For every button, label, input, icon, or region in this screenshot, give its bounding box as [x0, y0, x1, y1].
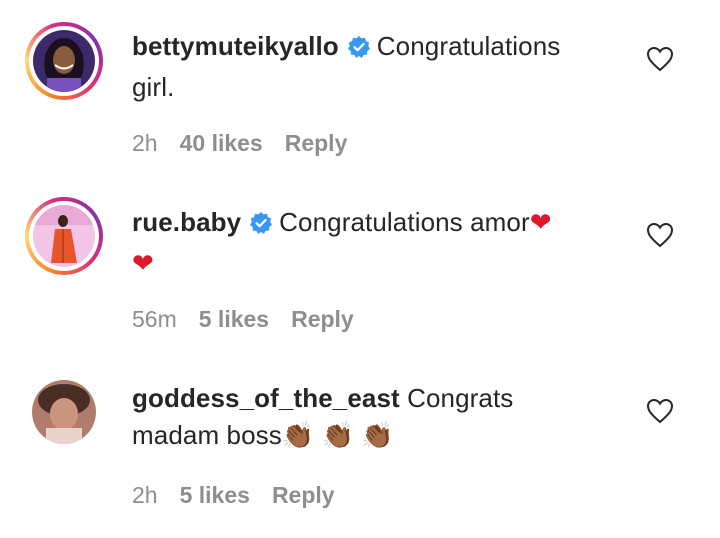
red-heart-emoji-icon: ❤ [132, 248, 154, 278]
reply-button[interactable]: Reply [291, 306, 354, 332]
red-heart-emoji-icon: ❤ [529, 207, 552, 237]
avatar-photo-icon [32, 380, 96, 444]
avatar[interactable] [32, 380, 96, 444]
comment-meta: 2h 5 likes Reply [132, 482, 357, 509]
likes-count[interactable]: 40 likes [180, 130, 263, 156]
clapping-hands-emoji-icon: 👏🏾 👏🏾 👏🏾 [281, 420, 394, 450]
comment-body-line1: Congratulations amor [279, 207, 530, 237]
comment-body-line1: Congratulations [376, 31, 561, 61]
comment-text: rue.baby Congratulations amor❤ ❤ [132, 204, 602, 282]
comment-body-line2: girl. [132, 72, 175, 102]
comment-username[interactable]: rue.baby [132, 207, 241, 237]
reply-button[interactable]: Reply [272, 482, 335, 508]
verified-badge-icon [249, 208, 273, 245]
likes-count[interactable]: 5 likes [199, 306, 269, 332]
comment-body-line1: Congrats [407, 383, 514, 413]
comment-text: bettymuteikyallo Congratulations girl. [132, 28, 602, 106]
comment-time: 2h [132, 482, 158, 508]
comment-text: goddess_of_the_east Congrats madam boss👏… [132, 380, 602, 454]
verified-badge-icon [347, 32, 371, 69]
comment-username[interactable]: bettymuteikyallo [132, 31, 339, 61]
comment-body-line2: madam boss [132, 420, 282, 450]
avatar[interactable] [25, 197, 103, 275]
comment-time: 56m [132, 306, 177, 332]
comment-username[interactable]: goddess_of_the_east [132, 383, 400, 413]
likes-count[interactable]: 5 likes [180, 482, 250, 508]
like-heart-icon[interactable] [646, 398, 674, 424]
like-heart-icon[interactable] [646, 222, 674, 248]
comment-meta: 56m 5 likes Reply [132, 306, 376, 333]
avatar[interactable] [25, 22, 103, 100]
avatar-photo-icon [33, 30, 95, 92]
comment-time: 2h [132, 130, 158, 156]
comment-meta: 2h 40 likes Reply [132, 130, 369, 157]
avatar-photo-icon [33, 205, 95, 267]
like-heart-icon[interactable] [646, 46, 674, 72]
reply-button[interactable]: Reply [285, 130, 348, 156]
